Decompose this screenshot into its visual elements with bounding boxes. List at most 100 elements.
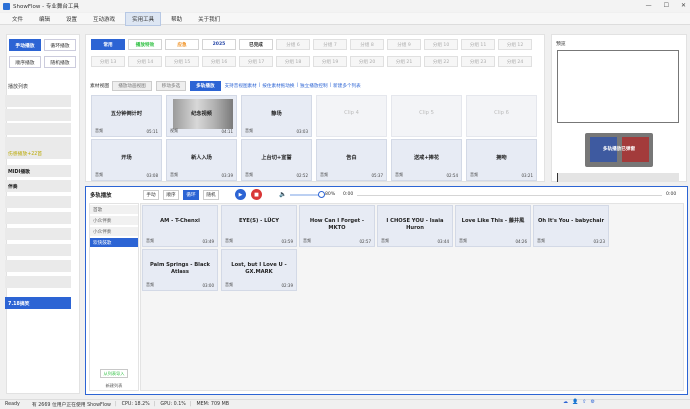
track-card[interactable]: Love Like This - 藤井風 音频 04:26 xyxy=(455,205,531,247)
track-duration: 03:23 xyxy=(593,239,605,244)
volume-slider-handle[interactable] xyxy=(318,191,325,198)
mt-random-button[interactable]: 随机 xyxy=(203,190,219,200)
tab-group[interactable]: 分组 12 xyxy=(498,39,532,50)
filter-link[interactable]: 新建多个列表 xyxy=(333,83,361,89)
tab-group[interactable]: 分组 14 xyxy=(128,56,162,67)
tab-group[interactable]: 分组 13 xyxy=(91,56,125,67)
tab-group[interactable]: 分组 9 xyxy=(387,39,421,50)
tab-common[interactable]: 常用 xyxy=(91,39,125,50)
tab-group[interactable]: 分组 18 xyxy=(276,56,310,67)
sequential-play-button[interactable]: 顺序播放 xyxy=(9,56,41,68)
clip-card[interactable]: 新人入场 音频 03:39 xyxy=(166,139,237,181)
track-title: How Can I Forget - MKTO xyxy=(309,218,365,231)
tab-emergency[interactable]: 应急 xyxy=(165,39,199,50)
filter-link[interactable]: 支持音视图素材 xyxy=(225,83,257,89)
track-card[interactable]: Palm Springs - Black Atlass 音频 03:00 xyxy=(142,249,218,291)
clip-card[interactable]: 五分钟倒计时 音频 05:11 xyxy=(91,95,162,137)
mt-loop-button[interactable]: 循环 xyxy=(183,190,199,200)
person-icon[interactable]: 👤 xyxy=(572,399,578,405)
cloud-icon[interactable]: ☁ xyxy=(563,399,568,405)
mt-sequence-button[interactable]: 顺序 xyxy=(163,190,179,200)
maximize-button[interactable]: ☐ xyxy=(664,2,669,9)
status-ready: Ready xyxy=(5,402,20,407)
menu-games[interactable]: 互动游戏 xyxy=(87,13,121,25)
volume-slider-track[interactable] xyxy=(290,194,320,196)
track-card[interactable]: I CHOSE YOU - Isaia Huron 音频 03:44 xyxy=(377,205,453,247)
playlist-item[interactable] xyxy=(5,244,71,256)
tab-group[interactable]: 分组 10 xyxy=(424,39,458,50)
multitrack-list-item-active[interactable]: 欢快鼓歌 xyxy=(90,238,138,248)
multitrack-list-item[interactable]: 小众伴奏 xyxy=(90,227,138,237)
stop-button[interactable]: ■ xyxy=(251,189,262,200)
playlist-item[interactable] xyxy=(5,260,71,272)
multitrack-list-item[interactable]: 小众伴奏 xyxy=(90,216,138,226)
menu-edit[interactable]: 编辑 xyxy=(33,13,56,25)
clip-card-empty[interactable]: Clip 4 xyxy=(316,95,387,137)
import-from-list-button[interactable]: 从列表导入 xyxy=(100,369,128,378)
track-card[interactable]: EYE(S) - LÜCY 音频 03:59 xyxy=(221,205,297,247)
tab-group[interactable]: 分组 21 xyxy=(387,56,421,67)
tab-group[interactable]: 分组 6 xyxy=(276,39,310,50)
multi-select-button[interactable]: 移动多选 xyxy=(155,80,187,91)
tab-group[interactable]: 分组 7 xyxy=(313,39,347,50)
clip-card[interactable]: 开场 音频 03:08 xyxy=(91,139,162,181)
multitrack-list-item[interactable]: 首歌 xyxy=(90,205,138,215)
minimize-button[interactable]: — xyxy=(646,2,652,9)
new-list-button[interactable]: 新建列表 xyxy=(100,382,128,390)
clip-card[interactable]: 告白 音频 05:37 xyxy=(316,139,387,181)
progress-bar[interactable] xyxy=(357,195,662,196)
menu-file[interactable]: 文件 xyxy=(6,13,29,25)
settings-icon[interactable]: ⚙ xyxy=(590,399,594,405)
track-card[interactable]: Oh It's You - babychair 音频 03:23 xyxy=(533,205,609,247)
clip-card[interactable]: 上台切+宣誓 音频 02:52 xyxy=(241,139,312,181)
tab-group[interactable]: 分组 22 xyxy=(424,56,458,67)
playlist-item[interactable]: 伴奏 xyxy=(5,180,71,192)
playlist-item[interactable] xyxy=(5,95,71,107)
track-card[interactable]: How Can I Forget - MKTO 音频 02:57 xyxy=(299,205,375,247)
tab-group[interactable]: 分组 24 xyxy=(498,56,532,67)
track-card[interactable]: Lost, but I Love U - GX.MARK 音频 02:39 xyxy=(221,249,297,291)
mt-manual-button[interactable]: 手动 xyxy=(143,190,159,200)
random-play-button[interactable]: 随机播放 xyxy=(44,56,76,68)
tab-group[interactable]: 分组 16 xyxy=(202,56,236,67)
tab-group[interactable]: 分组 23 xyxy=(461,56,495,67)
tab-effects[interactable]: 播放特效 xyxy=(128,39,162,50)
menu-about[interactable]: 关于我们 xyxy=(192,13,226,25)
menu-help[interactable]: 帮助 xyxy=(165,13,188,25)
close-button[interactable]: ✕ xyxy=(681,2,686,9)
tab-done[interactable]: 已完成 xyxy=(239,39,273,50)
clip-card-empty[interactable]: Clip 5 xyxy=(391,95,462,137)
manual-play-button[interactable]: 手动播放 xyxy=(9,39,41,51)
playlist-item[interactable] xyxy=(5,276,71,288)
playlist-item[interactable]: 伤感播放+22首 xyxy=(5,147,71,159)
animation-view-button[interactable]: 播放动画视图 xyxy=(112,80,152,91)
menu-tools[interactable]: 实用工具 xyxy=(125,11,162,26)
clip-card[interactable]: 拥吻 音频 03:21 xyxy=(466,139,537,181)
playlist-item[interactable] xyxy=(5,123,71,135)
tab-group[interactable]: 分组 8 xyxy=(350,39,384,50)
tab-group[interactable]: 分组 19 xyxy=(313,56,347,67)
clip-card[interactable]: 静场 音频 03:03 xyxy=(241,95,312,137)
track-card[interactable]: AM - T-Chenxi 音频 03:49 xyxy=(142,205,218,247)
tab-group[interactable]: 分组 11 xyxy=(461,39,495,50)
play-button[interactable]: ▶ xyxy=(235,189,246,200)
clip-card-empty[interactable]: Clip 6 xyxy=(466,95,537,137)
playlist-item[interactable]: MIDI播歌 xyxy=(5,165,71,177)
tab-2025[interactable]: 2025 xyxy=(202,39,236,50)
tab-group[interactable]: 分组 17 xyxy=(239,56,273,67)
playlist-item-active[interactable]: 7.18搞笑 xyxy=(5,297,71,309)
clip-card[interactable]: 纪念视频 视频 04:11 xyxy=(166,95,237,137)
filter-link[interactable]: 按住素材拖动换 xyxy=(262,83,294,89)
loop-play-button[interactable]: 循环播放 xyxy=(44,39,76,51)
filter-link[interactable]: 独立播放控制 xyxy=(300,83,328,89)
multitrack-button[interactable]: 多轨播放 xyxy=(190,80,221,91)
playlist-item[interactable] xyxy=(5,228,71,240)
menu-settings[interactable]: 设置 xyxy=(60,13,83,25)
playlist-item[interactable] xyxy=(5,212,71,224)
upload-icon[interactable]: ⇧ xyxy=(582,399,586,405)
tab-group[interactable]: 分组 20 xyxy=(350,56,384,67)
tab-group[interactable]: 分组 15 xyxy=(165,56,199,67)
clip-card[interactable]: 送戒+捧花 音频 02:54 xyxy=(391,139,462,181)
playlist-item[interactable] xyxy=(5,196,71,208)
playlist-item[interactable] xyxy=(5,109,71,121)
